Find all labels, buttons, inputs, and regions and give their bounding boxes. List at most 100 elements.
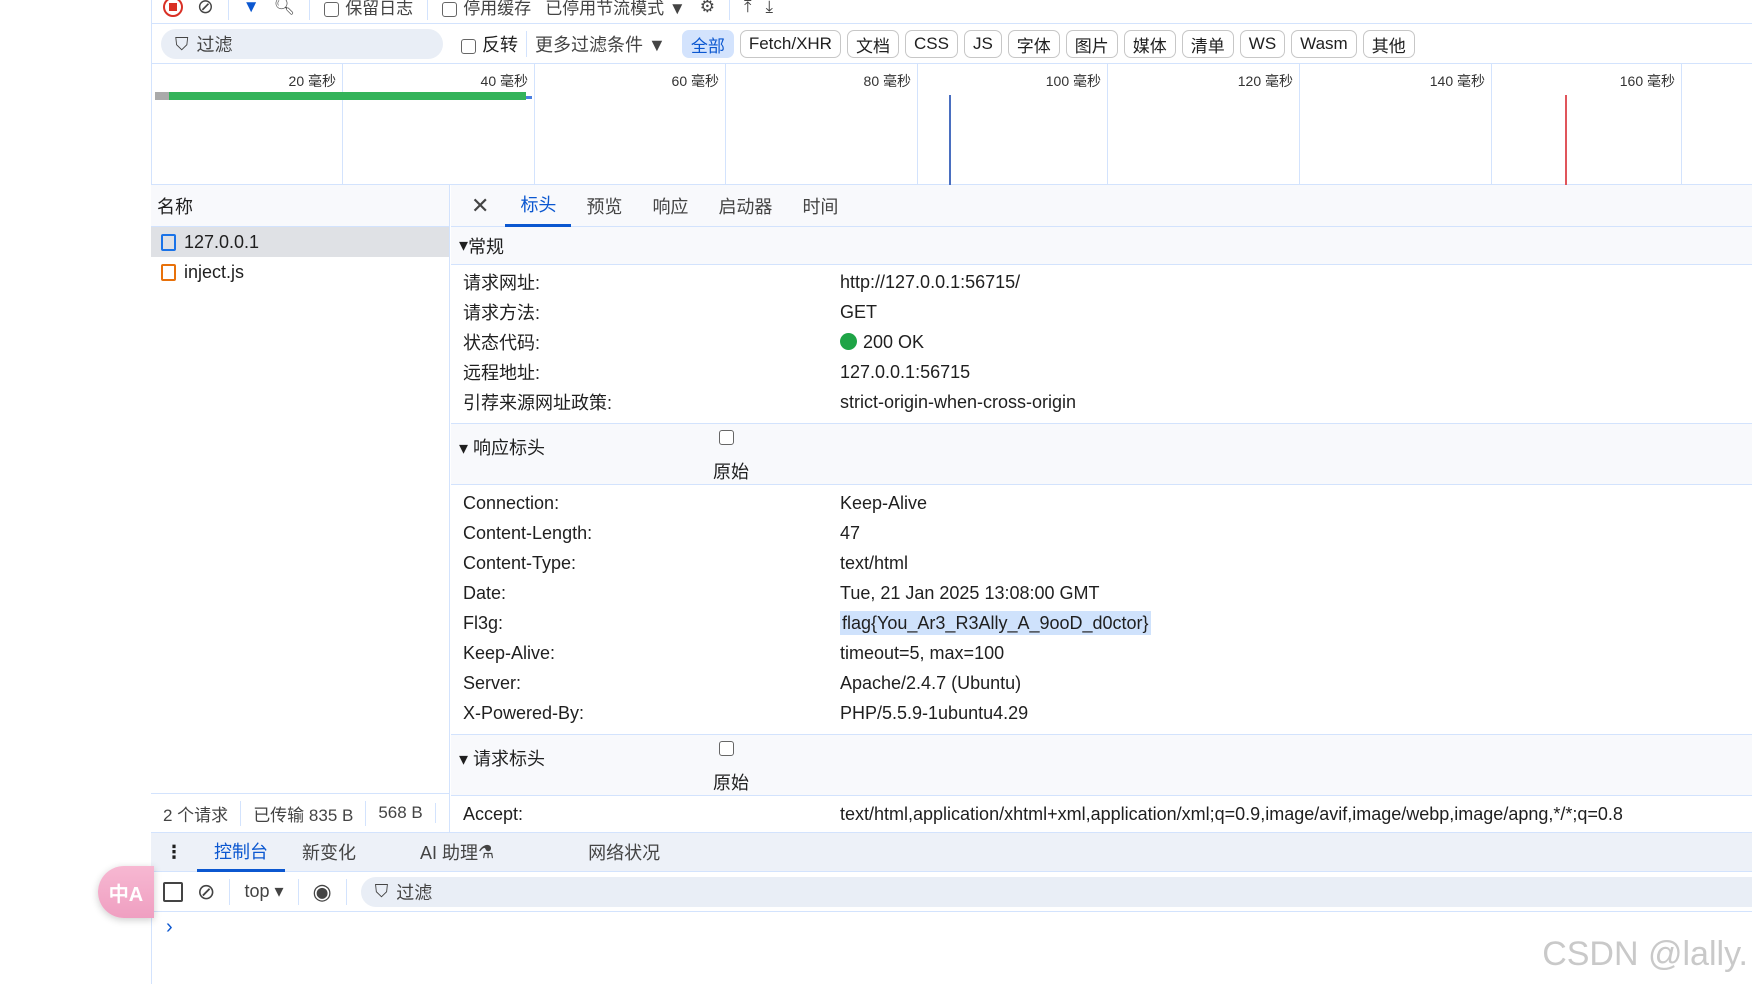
request-count: 2 个请求 bbox=[151, 800, 242, 826]
filter-chip[interactable]: WS bbox=[1239, 30, 1286, 58]
drawer-tab[interactable]: 网络状况 bbox=[571, 832, 677, 872]
timeline-gridline bbox=[725, 64, 726, 185]
section-title: 常规 bbox=[468, 236, 505, 257]
more-filters-dropdown[interactable]: 更多过滤条件 ▼ bbox=[535, 31, 666, 57]
divider bbox=[427, 0, 429, 20]
drawer-tab[interactable]: 控制台 bbox=[197, 832, 285, 872]
detail-tab[interactable]: 时间 bbox=[787, 185, 853, 227]
header-name: Content-Length: bbox=[463, 522, 593, 543]
more-tools-icon[interactable]: ⋮ bbox=[151, 842, 197, 863]
request-headers-section-header[interactable]: ▾ 请求标头 原始 bbox=[451, 734, 1752, 796]
general-section-header[interactable]: ▾ 常规 bbox=[451, 227, 1752, 265]
sidebar-toggle-icon[interactable] bbox=[163, 881, 183, 902]
timeline-gridline bbox=[1299, 64, 1300, 185]
close-icon[interactable]: ✕ bbox=[471, 193, 489, 219]
request-row[interactable]: 127.0.0.1 bbox=[151, 227, 449, 257]
timeline-bar-end bbox=[526, 96, 532, 99]
header-name: Accept: bbox=[463, 803, 524, 824]
timeline-tick-label: 100 毫秒 bbox=[1045, 73, 1101, 89]
header-value: Tue, 21 Jan 2025 13:08:00 GMT bbox=[840, 583, 1100, 604]
timeline-gridline bbox=[1107, 64, 1108, 185]
filter-chip[interactable]: 其他 bbox=[1362, 30, 1415, 58]
header-value: flag{You_Ar3_R3Ally_A_9ooD_d0ctor} bbox=[840, 610, 1151, 635]
raw-checkbox[interactable] bbox=[719, 741, 734, 756]
live-expression-eye-icon[interactable]: ◉ bbox=[313, 879, 332, 905]
filter-chip[interactable]: 字体 bbox=[1007, 30, 1060, 58]
record-stop-icon[interactable] bbox=[163, 0, 183, 17]
network-conditions-icon[interactable]: ⚙ bbox=[700, 0, 715, 17]
header-value: timeout=5, max=100 bbox=[840, 643, 1004, 664]
drawer-tab[interactable]: 新变化 bbox=[285, 832, 373, 872]
more-filters-label: 更多过滤条件 bbox=[535, 35, 643, 55]
divider bbox=[729, 0, 730, 20]
filter-chip[interactable]: Fetch/XHR bbox=[739, 30, 841, 58]
invert-checkbox[interactable]: 反转 bbox=[461, 31, 518, 57]
header-value-text: http://127.0.0.1:56715/ bbox=[840, 271, 1021, 292]
filter-chip[interactable]: JS bbox=[963, 30, 1002, 58]
detail-tabs: ✕ 标头 预览 响应 启动器 时间 bbox=[451, 185, 1752, 227]
console-filter-input[interactable]: ⛉ 过滤 bbox=[360, 876, 1752, 907]
header-value: text/html bbox=[840, 553, 908, 574]
header-value-text: text/html bbox=[840, 552, 909, 573]
timeline-overview[interactable]: 20 毫秒 40 毫秒 60 毫秒 80 毫秒 100 毫秒 120 毫秒 140 毫秒 16… bbox=[151, 64, 1752, 185]
raw-checkbox[interactable] bbox=[719, 430, 734, 445]
timeline-gridline bbox=[1491, 64, 1492, 185]
context-label: top bbox=[244, 881, 270, 901]
header-name: Server: bbox=[463, 672, 522, 693]
detail-tab[interactable]: 预览 bbox=[571, 185, 637, 227]
filter-chip[interactable]: Wasm bbox=[1291, 30, 1357, 58]
divider bbox=[229, 878, 231, 905]
filter-chip[interactable]: 全部 bbox=[681, 30, 734, 58]
header-name: 请求网址: bbox=[463, 273, 541, 293]
translate-button[interactable]: 中A bbox=[98, 866, 154, 918]
filter-toggle-icon[interactable]: ▼ bbox=[243, 0, 260, 17]
detail-tab[interactable]: 启动器 bbox=[703, 185, 787, 227]
import-har-icon[interactable]: ⤒ bbox=[744, 0, 752, 17]
filter-chip[interactable]: 清单 bbox=[1181, 30, 1234, 58]
header-row: 引荐来源网址政策: strict-origin-when-cross-origin bbox=[451, 387, 1752, 417]
filter-input[interactable]: ⛉ 过滤 bbox=[161, 29, 443, 59]
filter-chip[interactable]: 图片 bbox=[1065, 30, 1118, 58]
detail-tab[interactable]: 响应 bbox=[637, 185, 703, 227]
header-name: Date: bbox=[463, 582, 507, 603]
header-value: Keep-Alive bbox=[840, 493, 927, 514]
header-row: Keep-Alive: timeout=5, max=100 bbox=[451, 638, 1752, 668]
search-icon[interactable]: 🔍︎ bbox=[274, 0, 296, 17]
timeline-bar-download bbox=[169, 92, 526, 100]
header-value-text: Apache/2.4.7 (Ubuntu) bbox=[840, 672, 1022, 693]
header-value-text: 127.0.0.1:56715 bbox=[840, 361, 971, 382]
timeline-tick-label: 120 毫秒 bbox=[1237, 73, 1293, 89]
response-headers-section-header[interactable]: ▾ 响应标头 原始 bbox=[451, 423, 1752, 485]
disable-cache-checkbox[interactable]: 停用缓存 bbox=[442, 0, 531, 19]
detail-tab[interactable]: 标头 bbox=[505, 185, 572, 227]
header-name: Keep-Alive: bbox=[463, 642, 556, 663]
export-har-icon[interactable]: ⤓ bbox=[766, 0, 774, 17]
header-row: Fl3g: flag{You_Ar3_R3Ally_A_9ooD_d0ctor} bbox=[451, 608, 1752, 638]
drawer-tab-label: 控制台 bbox=[214, 841, 268, 862]
header-value-text: Keep-Alive bbox=[840, 492, 928, 513]
console-prompt-icon[interactable]: › bbox=[166, 916, 173, 939]
name-column-header[interactable]: 名称 bbox=[151, 185, 449, 227]
context-select[interactable]: top ▾ bbox=[244, 881, 283, 902]
header-name: 远程地址: bbox=[463, 363, 541, 383]
header-name: X-Powered-By: bbox=[463, 702, 585, 723]
header-value-text: flag{You_Ar3_R3Ally_A_9ooD_d0ctor} bbox=[840, 610, 1151, 635]
request-list: 名称 127.0.0.1 inject.js bbox=[151, 185, 450, 832]
header-value-text: PHP/5.5.9-1ubuntu4.29 bbox=[840, 702, 1029, 723]
filter-chip[interactable]: CSS bbox=[904, 30, 958, 58]
filter-chip[interactable]: 媒体 bbox=[1123, 30, 1176, 58]
clear-icon[interactable]: ⊘ bbox=[197, 0, 214, 19]
header-value: GET bbox=[840, 302, 877, 323]
request-row[interactable]: inject.js bbox=[151, 257, 449, 287]
throttle-select[interactable]: 已停用节流模式 ▼ bbox=[545, 0, 686, 19]
preserve-log-checkbox[interactable]: 保留日志 bbox=[324, 0, 413, 19]
preserve-log-label: 保留日志 bbox=[345, 0, 414, 18]
filter-chip[interactable]: 文档 bbox=[846, 30, 899, 58]
timeline-tick-label: 60 毫秒 bbox=[671, 73, 719, 89]
timeline-tick-label: 80 毫秒 bbox=[863, 73, 911, 89]
header-value: 127.0.0.1:56715 bbox=[840, 362, 970, 383]
header-name: Fl3g: bbox=[463, 612, 504, 633]
clear-console-icon[interactable]: ⊘ bbox=[197, 879, 215, 905]
timeline-tick-label: 40 毫秒 bbox=[480, 73, 528, 89]
drawer-tab[interactable]: AI 助理 ⚗ bbox=[403, 832, 511, 872]
